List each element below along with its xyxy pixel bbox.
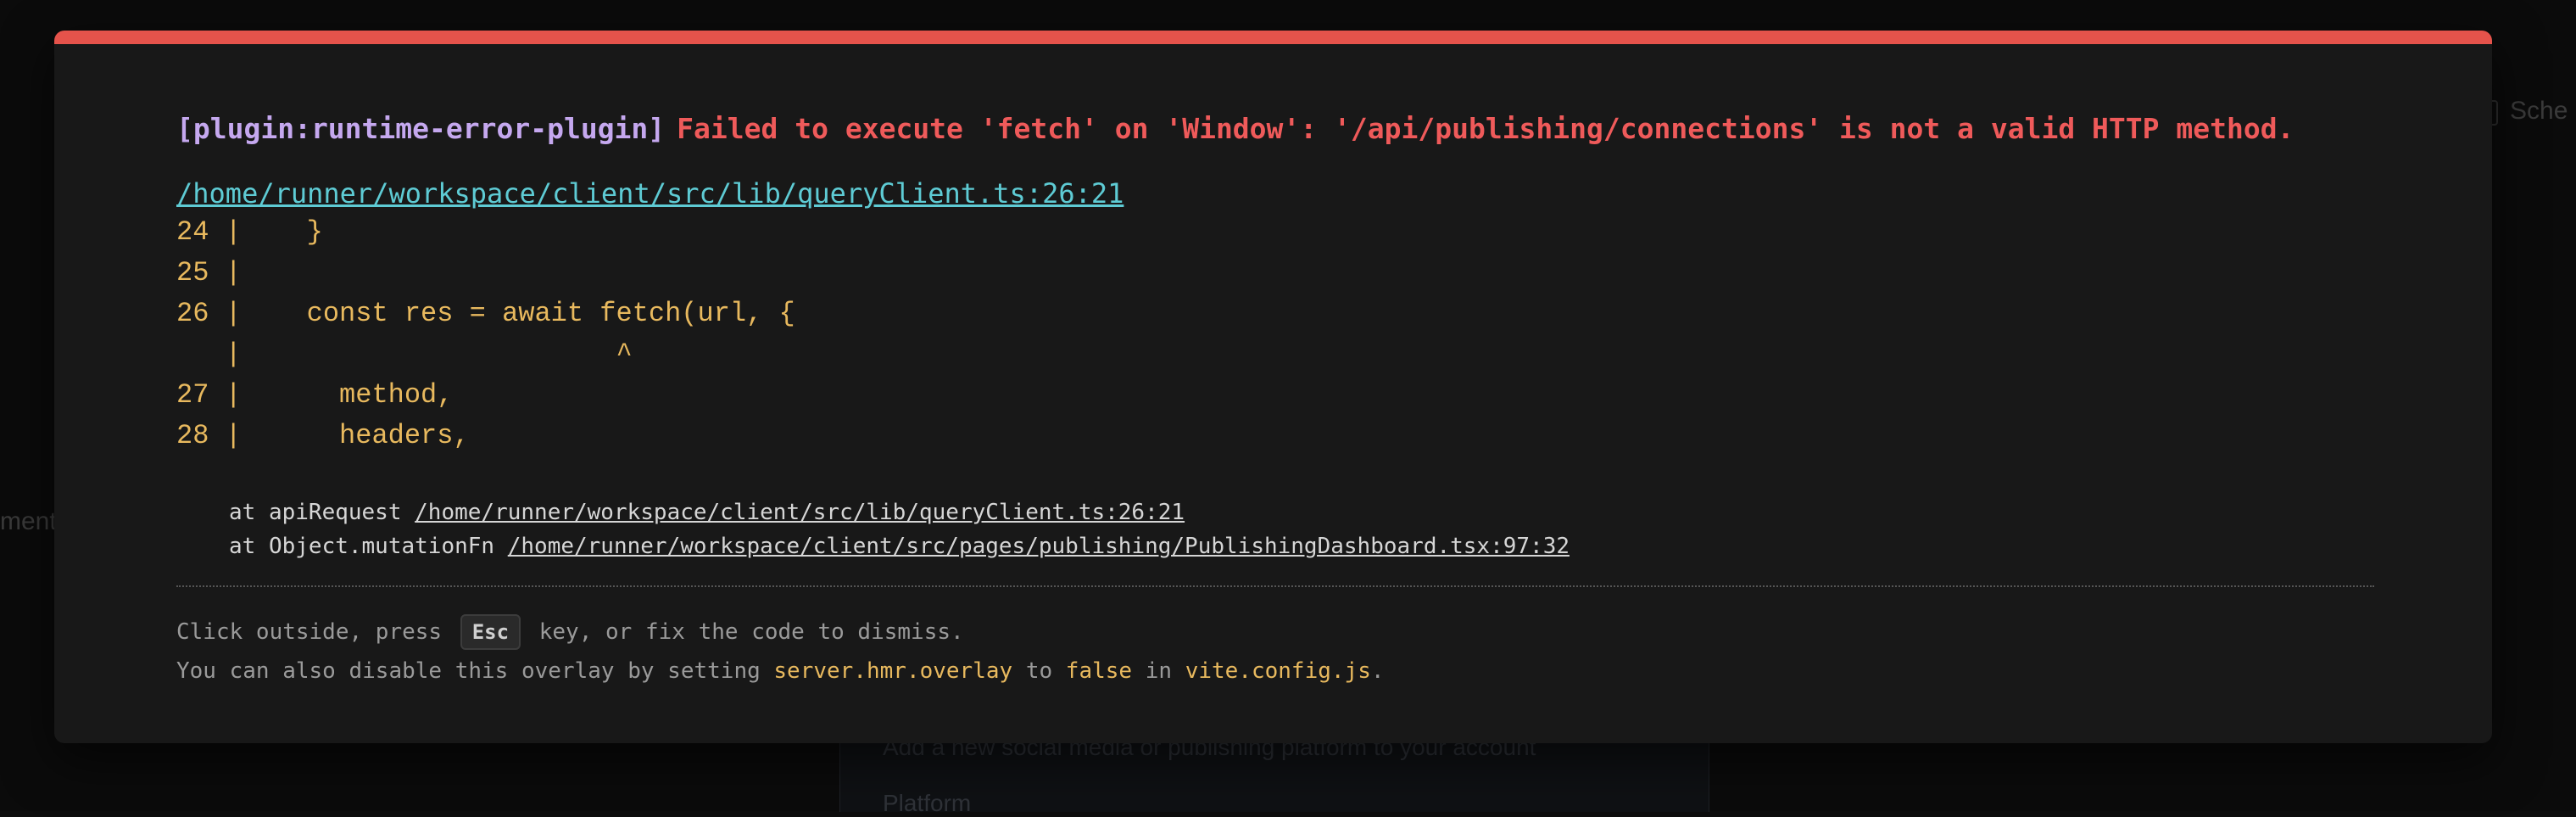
background-dialog-field-label: Platform bbox=[883, 790, 972, 816]
stack-frame-name: at apiRequest bbox=[229, 500, 402, 525]
dismiss-tip-line: Click outside, press Esc key, or fix the… bbox=[176, 613, 2374, 652]
error-file-link[interactable]: /home/runner/workspace/client/src/lib/qu… bbox=[176, 175, 1124, 212]
plugin-tag: [plugin:runtime-error-plugin] bbox=[176, 112, 666, 145]
error-message: Failed to execute 'fetch' on 'Window': '… bbox=[677, 112, 2294, 145]
disable-tip-line: You can also disable this overlay by set… bbox=[176, 652, 2374, 691]
background-text-fragment: ment bbox=[0, 507, 57, 535]
stack-trace: at apiRequest /home/runner/workspace/cli… bbox=[176, 495, 2374, 563]
setting-value: false bbox=[1065, 658, 1133, 684]
stack-trace-row: at apiRequest /home/runner/workspace/cli… bbox=[229, 495, 2374, 529]
code-frame: 24 | } 25 | 26 | const res = await fetch(u… bbox=[176, 212, 2374, 456]
setting-name: server.hmr.overlay bbox=[773, 658, 1013, 684]
tip-text: You can also disable this overlay by set… bbox=[176, 658, 761, 684]
code-frame-line: 27 | method, bbox=[176, 379, 454, 411]
error-overlay[interactable]: [plugin:runtime-error-plugin] Failed to e… bbox=[54, 31, 2492, 743]
code-frame-line: 25 | bbox=[176, 257, 242, 288]
tip-text: to bbox=[1025, 658, 1053, 684]
code-frame-line: 26 | const res = await fetch(url, { bbox=[176, 298, 795, 329]
tip-text: Click outside, press bbox=[176, 619, 443, 645]
code-frame-caret-line: | ^ bbox=[176, 339, 633, 370]
stack-trace-row: at Object.mutationFn /home/runner/worksp… bbox=[229, 529, 2374, 563]
code-frame-line: 28 | headers, bbox=[176, 420, 470, 451]
dismiss-tip: Click outside, press Esc key, or fix the… bbox=[176, 613, 2374, 691]
esc-key: Esc bbox=[460, 614, 521, 650]
stack-frame-link[interactable]: /home/runner/workspace/client/src/pages/… bbox=[508, 534, 1570, 559]
background-schedule-fragment: Sche bbox=[2510, 97, 2568, 125]
error-message-header: [plugin:runtime-error-plugin] Failed to e… bbox=[176, 109, 2374, 149]
stack-frame-name: at Object.mutationFn bbox=[229, 534, 495, 559]
error-overlay-content: [plugin:runtime-error-plugin] Failed to e… bbox=[176, 109, 2374, 691]
tip-text: . bbox=[1370, 658, 1385, 684]
code-frame-line: 24 | } bbox=[176, 216, 323, 248]
tip-text: key, or fix the code to dismiss. bbox=[538, 619, 964, 645]
stack-frame-link[interactable]: /home/runner/workspace/client/src/lib/qu… bbox=[415, 500, 1185, 525]
divider bbox=[176, 585, 2374, 587]
config-file-name: vite.config.js bbox=[1185, 658, 1371, 684]
tip-text: in bbox=[1145, 658, 1173, 684]
